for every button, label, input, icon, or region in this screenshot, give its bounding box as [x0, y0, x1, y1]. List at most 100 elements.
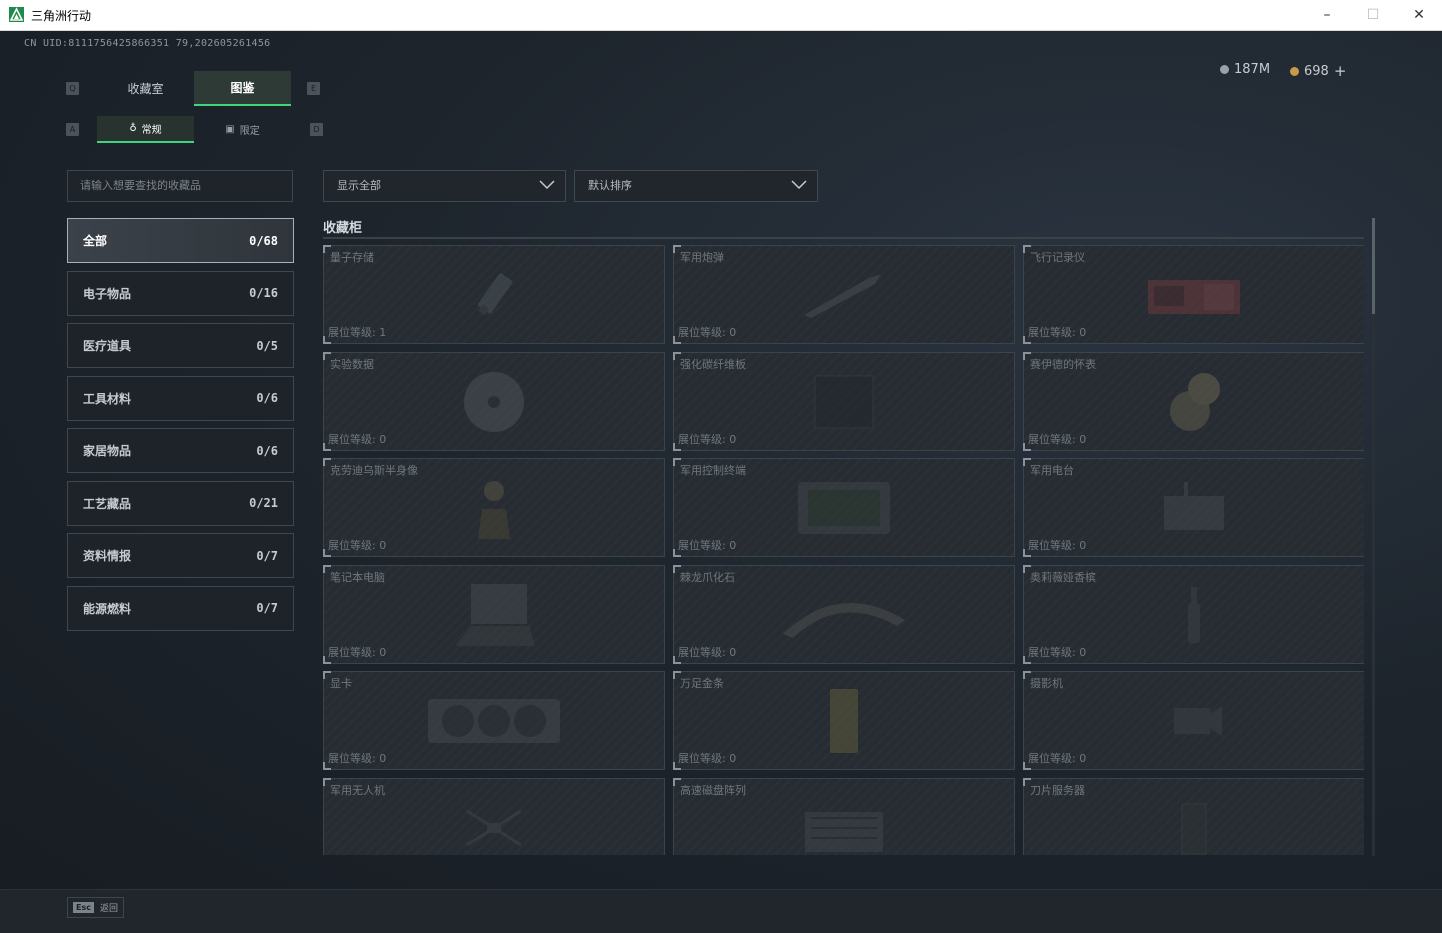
- item-card[interactable]: 军用无人机: [323, 778, 665, 855]
- item-card[interactable]: 棘龙爪化石 展位等级: 0: [673, 565, 1015, 664]
- app-logo-icon: [9, 7, 24, 22]
- section-divider: [323, 237, 1364, 239]
- radio-icon: [1164, 481, 1224, 530]
- scrollbar-thumb[interactable]: [1372, 218, 1375, 314]
- item-name: 强化碳纤维板: [680, 358, 746, 371]
- key-hint-e: E: [307, 82, 320, 95]
- back-label: 返回: [99, 904, 118, 914]
- item-card[interactable]: 笔记本电脑 展位等级: 0: [323, 565, 665, 664]
- item-card[interactable]: 军用电台 展位等级: 0: [1023, 458, 1364, 557]
- item-card[interactable]: 奥莉薇娅香槟 展位等级: 0: [1023, 565, 1364, 664]
- item-level: 展位等级: 0: [678, 433, 737, 446]
- champagne-bottle-icon: [1188, 586, 1200, 643]
- flight-recorder-icon: [1148, 279, 1240, 314]
- window-title: 三角洲行动: [31, 9, 92, 23]
- item-card[interactable]: 摄影机 展位等级: 0: [1023, 671, 1364, 770]
- sort-value: 默认排序: [588, 179, 632, 192]
- laptop-icon: [455, 583, 535, 646]
- show-filter-dropdown[interactable]: 显示全部: [323, 170, 566, 202]
- subtab-regular-label: 常规: [141, 125, 162, 136]
- chevron-down-icon: [539, 180, 555, 190]
- show-filter-value: 显示全部: [337, 179, 381, 192]
- item-level: 展位等级: 0: [678, 539, 737, 552]
- drone-icon: [466, 809, 522, 846]
- category-count: 0/21: [249, 496, 278, 510]
- key-hint-q: Q: [66, 82, 79, 95]
- tab-catalog[interactable]: 图鉴: [194, 71, 291, 106]
- category-label: 电子物品: [83, 286, 132, 301]
- category-list: 全部 0/68 电子物品 0/16 医疗道具 0/5 工具材料 0/6 家居物品…: [67, 218, 294, 638]
- disk-array-icon: [805, 811, 883, 852]
- subtab-regular[interactable]: ♁ 常规: [97, 116, 194, 143]
- item-card[interactable]: 军用炮弹 展位等级: 0: [673, 245, 1015, 344]
- category-crafts[interactable]: 工艺藏品 0/21: [67, 480, 294, 526]
- tab-collection-room[interactable]: 收藏室: [97, 71, 194, 106]
- category-household[interactable]: 家居物品 0/6: [67, 428, 294, 473]
- category-count: 0/68: [249, 233, 278, 248]
- minimize-button[interactable]: –: [1304, 0, 1350, 30]
- currency-b: 698 +: [1290, 62, 1346, 80]
- item-name: 赛伊德的怀表: [1030, 358, 1096, 371]
- category-electronics[interactable]: 电子物品 0/16: [67, 270, 294, 316]
- close-button[interactable]: ✕: [1396, 0, 1442, 30]
- currency-b-value: 698: [1304, 63, 1329, 79]
- item-card[interactable]: 军用控制终端 展位等级: 0: [673, 458, 1015, 557]
- category-count: 0/5: [256, 338, 278, 353]
- back-button[interactable]: Esc 返回: [67, 897, 124, 918]
- maximize-button[interactable]: ☐: [1350, 0, 1396, 30]
- item-card[interactable]: 刀片服务器: [1023, 778, 1364, 855]
- category-count: 0/7: [256, 548, 278, 563]
- window-titlebar: 三角洲行动 – ☐ ✕: [0, 0, 1442, 31]
- item-card[interactable]: 赛伊德的怀表 展位等级: 0: [1023, 352, 1364, 451]
- silver-coin-icon: [1220, 65, 1229, 74]
- item-level: 展位等级: 0: [1028, 539, 1087, 552]
- currency-a-value: 187M: [1234, 62, 1271, 77]
- item-level: 展位等级: 0: [1028, 646, 1087, 659]
- item-name: 军用无人机: [330, 784, 385, 797]
- bottom-bar: [0, 889, 1442, 933]
- item-name: 实验数据: [330, 358, 374, 371]
- item-level: 展位等级: 0: [328, 752, 387, 765]
- category-label: 能源燃料: [83, 601, 132, 616]
- collection-grid: 量子存储 展位等级: 1 军用炮弹 展位等级: 0 飞行记录仪 展位等级: 0 …: [323, 245, 1364, 855]
- category-all[interactable]: 全部 0/68: [67, 218, 294, 263]
- esc-key-hint: Esc: [73, 902, 94, 913]
- item-card[interactable]: 显卡 展位等级: 0: [323, 671, 665, 770]
- graphics-card-icon: [428, 698, 560, 743]
- category-medical[interactable]: 医疗道具 0/5: [67, 323, 294, 368]
- item-name: 显卡: [330, 677, 352, 690]
- item-card[interactable]: 飞行记录仪 展位等级: 0: [1023, 245, 1364, 344]
- item-level: 展位等级: 0: [328, 539, 387, 552]
- bust-icon: [478, 480, 510, 539]
- item-card[interactable]: 量子存储 展位等级: 1: [323, 245, 665, 344]
- item-card[interactable]: 克劳迪乌斯半身像 展位等级: 0: [323, 458, 665, 557]
- item-card[interactable]: 实验数据 展位等级: 0: [323, 352, 665, 451]
- item-name: 万足金条: [680, 677, 724, 690]
- category-intel[interactable]: 资料情报 0/7: [67, 533, 294, 578]
- key-hint-d: D: [310, 123, 323, 136]
- item-name: 军用炮弹: [680, 251, 724, 264]
- item-card[interactable]: 强化碳纤维板 展位等级: 0: [673, 352, 1015, 451]
- add-currency-button[interactable]: +: [1334, 62, 1347, 80]
- pocket-watch-icon: [1170, 372, 1220, 431]
- control-terminal-icon: [798, 481, 890, 534]
- item-card[interactable]: 高速磁盘阵列: [673, 778, 1015, 855]
- blade-server-icon: [1181, 803, 1207, 854]
- item-level: 展位等级: 0: [1028, 752, 1087, 765]
- category-tools[interactable]: 工具材料 0/6: [67, 375, 294, 421]
- limited-icon: ▣: [225, 124, 235, 135]
- subtab-limited-label: 限定: [239, 126, 260, 137]
- item-name: 高速磁盘阵列: [680, 784, 746, 797]
- carbon-plate-icon: [814, 375, 874, 428]
- game-viewport: CN UID:8111756425866351 79,202605261456 …: [0, 31, 1442, 933]
- search-input[interactable]: 请输入想要查找的收藏品: [67, 170, 293, 202]
- category-energy[interactable]: 能源燃料 0/7: [67, 585, 294, 631]
- sort-dropdown[interactable]: 默认排序: [574, 170, 818, 202]
- item-card[interactable]: 万足金条 展位等级: 0: [673, 671, 1015, 770]
- fossil-claw-icon: [783, 602, 905, 638]
- subtab-limited[interactable]: ▣ 限定: [194, 116, 291, 143]
- category-label: 全部: [83, 234, 108, 248]
- disc-icon: [464, 371, 524, 432]
- category-label: 医疗道具: [83, 339, 132, 353]
- item-name: 克劳迪乌斯半身像: [330, 464, 418, 477]
